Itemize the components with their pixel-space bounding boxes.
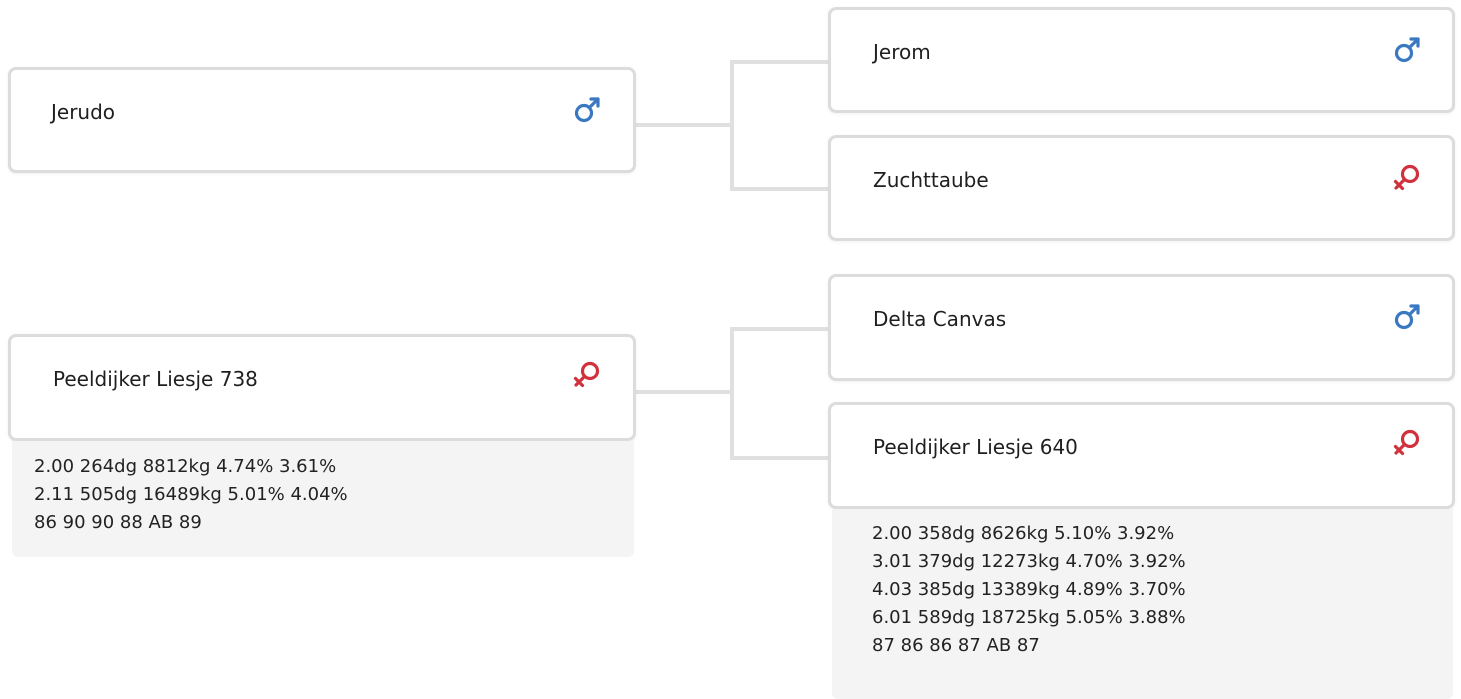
performance-line: 2.00 264dg 8812kg 4.74% 3.61% xyxy=(34,456,337,477)
connector-sire-v xyxy=(730,60,734,191)
pedigree-node-sire-sire[interactable]: Jerom xyxy=(828,7,1455,113)
performance-line: 87 86 86 87 AB 87 xyxy=(872,635,1040,656)
connector-dam-top xyxy=(730,327,830,331)
female-symbol-icon xyxy=(1393,164,1420,191)
male-symbol-icon xyxy=(1394,37,1420,63)
performance-line: 4.03 385dg 13389kg 4.89% 3.70% xyxy=(872,579,1186,600)
performance-line: 2.00 358dg 8626kg 5.10% 3.92% xyxy=(872,523,1175,544)
female-symbol-icon xyxy=(573,361,600,388)
connector-dam-bottom xyxy=(730,456,830,460)
animal-name: Peeldijker Liesje 640 xyxy=(873,435,1078,459)
connector-dam-v xyxy=(730,327,734,460)
animal-name: Jerudo xyxy=(51,100,116,124)
pedigree-node-sire[interactable]: Jerudo xyxy=(8,67,636,173)
pedigree-node-dam-sire[interactable]: Delta Canvas xyxy=(828,274,1455,381)
male-symbol-icon xyxy=(574,97,600,123)
pedigree-node-sire-dam[interactable]: Zuchttaube xyxy=(828,135,1455,241)
performance-line: 6.01 589dg 18725kg 5.05% 3.88% xyxy=(872,607,1186,628)
performance-info-dam: 2.00 264dg 8812kg 4.74% 3.61% 2.11 505dg… xyxy=(12,441,634,557)
animal-name: Peeldijker Liesje 738 xyxy=(53,367,258,391)
connector-sire-top xyxy=(730,60,830,64)
pedigree-node-dam-dam[interactable]: Peeldijker Liesje 640 xyxy=(828,402,1455,509)
performance-line: 86 90 90 88 AB 89 xyxy=(34,512,202,533)
performance-line: 3.01 379dg 12273kg 4.70% 3.92% xyxy=(872,551,1186,572)
male-symbol-icon xyxy=(1394,304,1420,330)
pedigree-node-dam[interactable]: Peeldijker Liesje 738 xyxy=(8,334,636,441)
female-symbol-icon xyxy=(1393,429,1420,456)
connector-sire-bottom xyxy=(730,187,830,191)
animal-name: Delta Canvas xyxy=(873,307,1007,331)
connector-dam-h xyxy=(634,390,732,394)
performance-info-dam-dam: 2.00 358dg 8626kg 5.10% 3.92% 3.01 379dg… xyxy=(832,509,1453,699)
connector-sire-h xyxy=(634,123,732,127)
animal-name: Jerom xyxy=(873,40,931,64)
performance-line: 2.11 505dg 16489kg 5.01% 4.04% xyxy=(34,484,348,505)
animal-name: Zuchttaube xyxy=(873,168,989,192)
